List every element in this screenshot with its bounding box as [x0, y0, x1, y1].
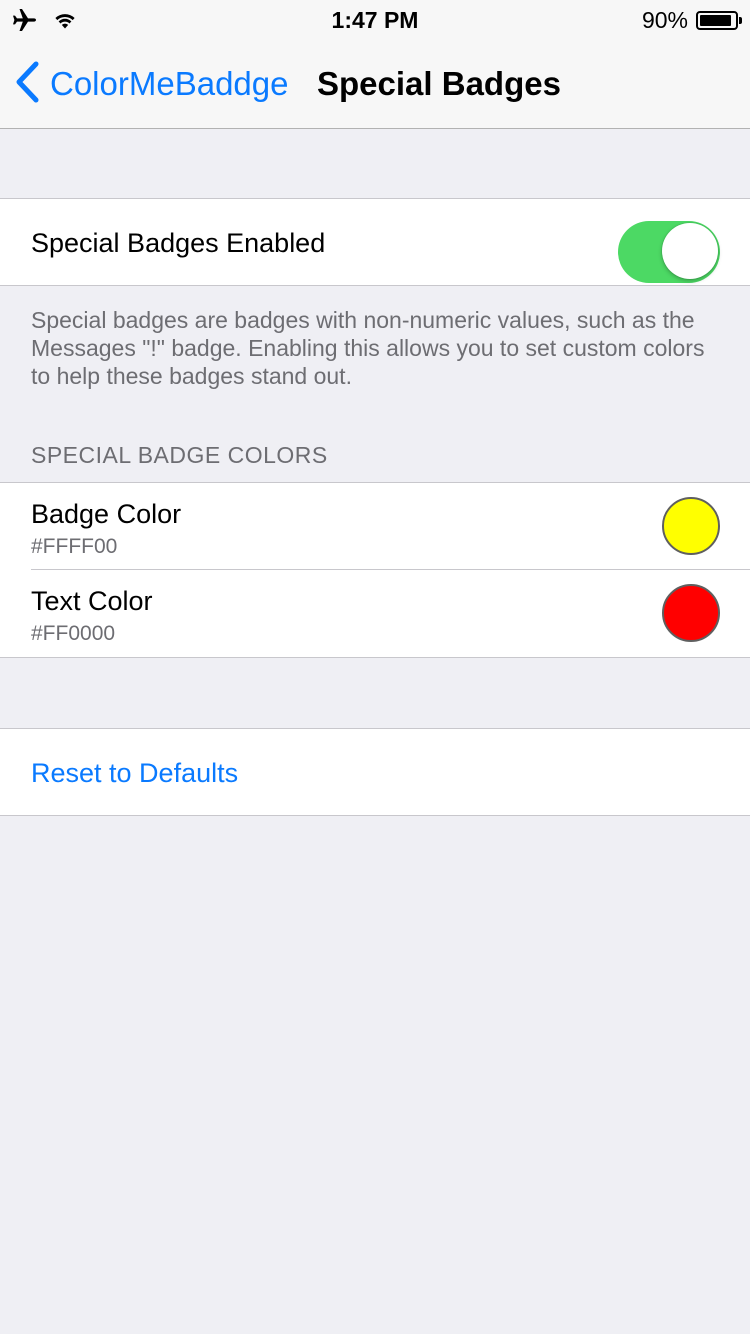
text-color-cell[interactable]: Text Color #FF0000: [0, 570, 750, 658]
back-button[interactable]: ColorMeBaddge: [14, 40, 288, 128]
reset-to-defaults-button[interactable]: Reset to Defaults: [31, 729, 238, 817]
special-badges-enabled-toggle[interactable]: [618, 221, 720, 283]
page-title: Special Badges: [317, 65, 561, 102]
navigation-bar: ColorMeBaddge Special Badges: [0, 40, 750, 129]
back-button-label: ColorMeBaddge: [50, 65, 289, 102]
status-right: 90%: [641, 7, 742, 34]
text-color-title: Text Color: [31, 586, 153, 616]
special-badges-enabled-cell: Special Badges Enabled: [0, 198, 750, 286]
badge-color-title: Badge Color: [31, 499, 182, 529]
badge-color-value: #FFFF00: [31, 535, 118, 558]
reset-cell[interactable]: Reset to Defaults: [0, 728, 750, 816]
special-badges-footer: Special badges are badges with non-numer…: [31, 307, 705, 389]
text-color-value: #FF0000: [31, 622, 116, 645]
status-bar: 1:47 PM 90%: [0, 0, 750, 40]
battery-icon: [696, 11, 742, 30]
battery-fill: [700, 15, 732, 26]
badge-color-cell[interactable]: Badge Color #FFFF00: [0, 482, 750, 570]
chevron-left-icon: [14, 61, 40, 108]
toggle-knob: [662, 223, 718, 279]
badge-color-swatch[interactable]: [662, 497, 720, 555]
battery-percentage: 90%: [641, 7, 688, 33]
special-badge-colors-header: SPECIAL BADGE COLORS: [31, 442, 328, 468]
status-time: 1:47 PM: [331, 7, 419, 33]
special-badges-enabled-label: Special Badges Enabled: [31, 227, 326, 258]
text-color-swatch[interactable]: [662, 584, 720, 642]
